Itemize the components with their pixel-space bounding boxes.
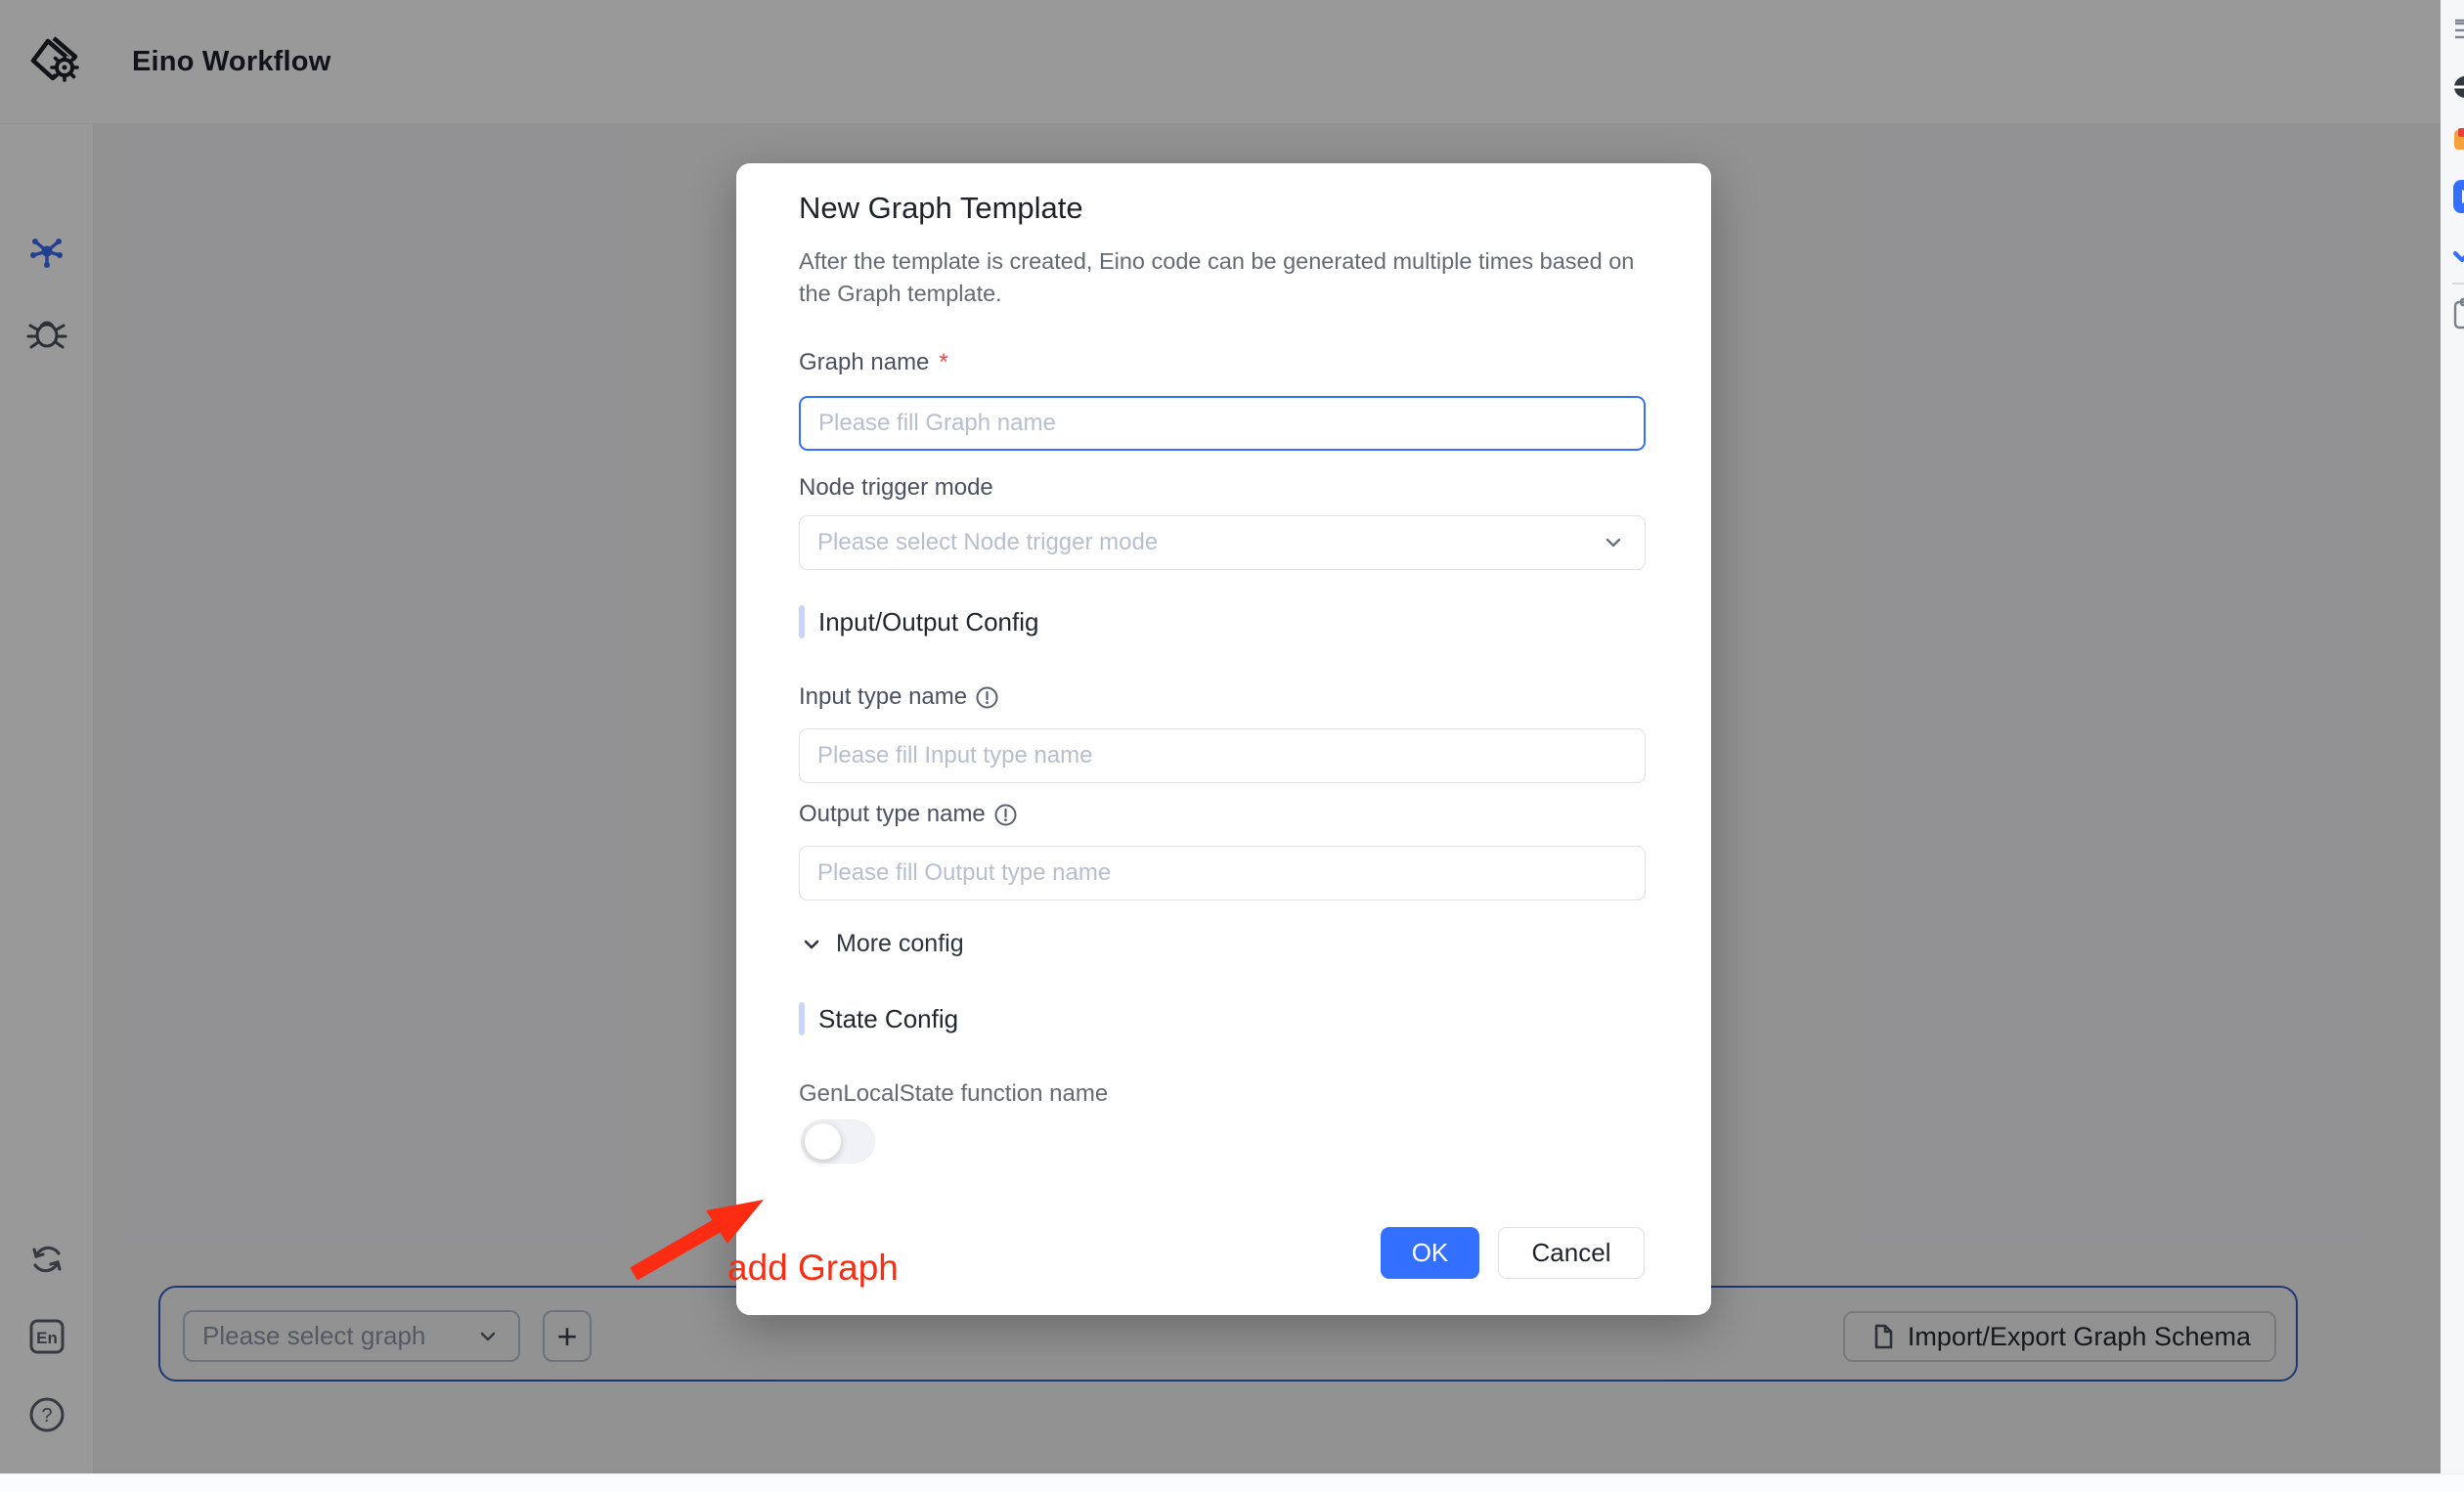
graph-name-label: Graph name* [799,349,948,376]
more-config-label: More config [836,930,964,958]
more-config-toggle[interactable]: More config [799,930,964,958]
bookmark-icon[interactable] [2452,241,2464,266]
input-type-name-label: Input type name [799,683,999,711]
bookmark-icon[interactable] [2452,178,2464,215]
modal-description: After the template is created, Eino code… [799,245,1651,310]
node-trigger-mode-placeholder: Please select Node trigger mode [817,529,1600,556]
right-edge-strip [2441,0,2464,1473]
gen-local-state-label: GenLocalState function name [799,1080,1108,1108]
cancel-button[interactable]: Cancel [1498,1227,1645,1279]
input-type-name-input[interactable] [799,728,1646,783]
info-icon[interactable] [993,803,1018,827]
annotation-add-graph-label: add Graph [727,1248,899,1289]
chevron-down-icon [1600,529,1627,556]
ok-button[interactable]: OK [1381,1227,1479,1279]
modal-title: New Graph Template [799,191,1083,226]
bookmark-icon[interactable] [2452,74,2464,100]
output-type-name-input[interactable] [799,846,1646,900]
graph-name-input[interactable] [799,396,1646,451]
section-accent-bar [799,1002,805,1035]
bookmark-icon[interactable] [2452,127,2464,153]
output-type-name-label: Output type name [799,801,1018,828]
info-icon[interactable] [975,685,999,710]
required-asterisk: * [939,349,947,376]
io-config-section-header: Input/Output Config [799,605,1038,638]
clipboard-icon[interactable] [2452,297,2464,330]
node-trigger-mode-select[interactable]: Please select Node trigger mode [799,515,1646,570]
bookmark-icon[interactable] [2452,18,2464,43]
gen-local-state-toggle[interactable] [801,1119,875,1163]
divider [2452,282,2464,285]
screen: Eino Workflow [0,0,2464,1492]
toggle-knob [805,1123,841,1160]
state-config-section-header: State Config [799,1002,958,1035]
chevron-down-icon [799,932,824,957]
section-accent-bar [799,605,805,638]
new-graph-template-modal: New Graph Template After the template is… [736,163,1711,1315]
node-trigger-mode-label: Node trigger mode [799,474,993,502]
bottom-edge-strip [0,1473,2464,1492]
